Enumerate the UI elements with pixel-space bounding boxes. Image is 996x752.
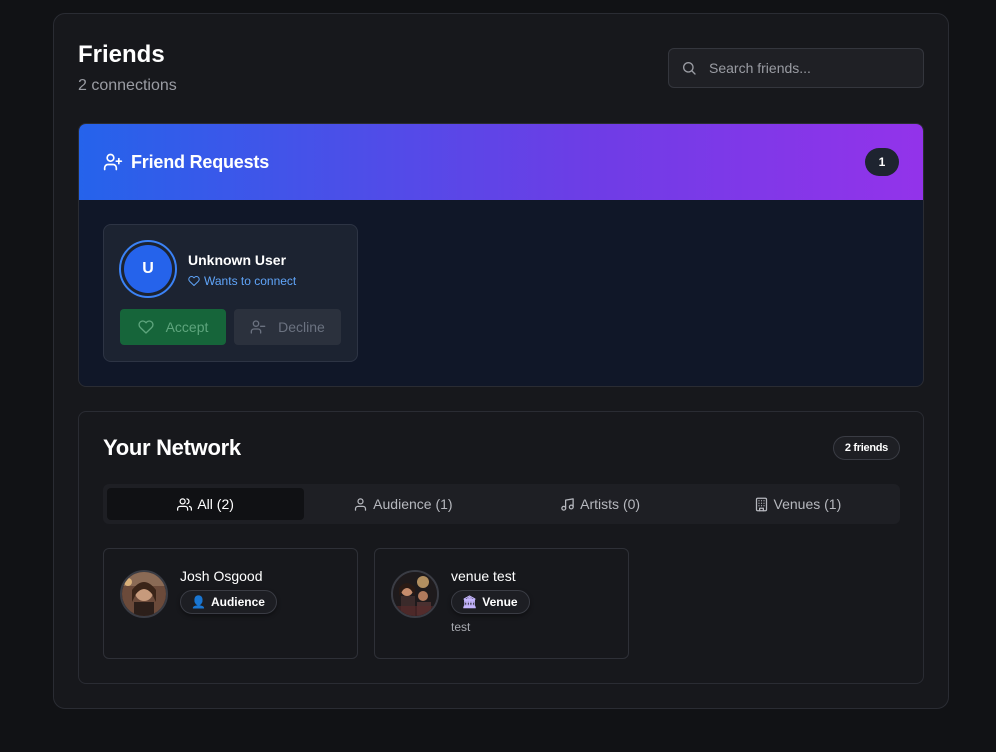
role-label: Venue [482, 595, 518, 609]
search-input[interactable] [709, 60, 909, 76]
request-status: Wants to connect [188, 274, 296, 288]
music-icon [561, 497, 574, 511]
tab-all-label: All (2) [197, 496, 234, 512]
tab-venues[interactable]: Venues (1) [699, 488, 896, 520]
friend-card[interactable]: Josh Osgood 👤 Audience [103, 548, 358, 659]
friend-extra-text: test [451, 620, 471, 634]
requester-name: Unknown User [188, 252, 287, 268]
building-icon: 🏛 [462, 595, 478, 609]
friend-requests-title: Friend Requests [131, 151, 270, 172]
tab-all[interactable]: All (2) [107, 488, 305, 520]
role-badge: 🏛 Venue [451, 590, 530, 614]
tab-artists[interactable]: Artists (0) [502, 488, 699, 520]
accept-label: Accept [165, 319, 209, 335]
avatar [391, 570, 439, 618]
building-icon [755, 497, 767, 511]
avatar: U [119, 240, 177, 298]
user-icon: 👤 [191, 595, 206, 609]
requests-count-badge: 1 [865, 148, 899, 176]
accept-button[interactable]: Accept [120, 309, 226, 345]
users-icon [177, 497, 193, 511]
tab-venues-label: Venues (1) [773, 496, 842, 512]
avatar-initial: U [124, 245, 172, 293]
friend-request-card: U Unknown User Wants to connect Accept D… [103, 224, 358, 362]
tab-audience-label: Audience (1) [373, 496, 453, 512]
network-title: Your Network [103, 435, 241, 460]
user-plus-icon [103, 153, 123, 171]
decline-button[interactable]: Decline [234, 309, 341, 345]
role-label: Audience [210, 595, 265, 609]
connections-count: 2 connections [78, 77, 177, 94]
search-icon [683, 61, 696, 75]
friends-count-badge: 2 friends [832, 436, 900, 460]
your-network-section: Your Network 2 friends All (2) Audience … [78, 411, 924, 684]
page-title: Friends [78, 41, 165, 68]
friends-panel: Friends 2 connections Friend Requests 1 … [53, 13, 949, 709]
heart-icon [137, 320, 154, 334]
friend-requests-section: Friend Requests 1 U Unknown User Wants t… [78, 123, 924, 387]
decline-label: Decline [278, 319, 325, 335]
friend-card[interactable]: venue test 🏛 Venue test [374, 548, 629, 659]
role-badge: 👤 Audience [180, 590, 277, 614]
request-status-text: Wants to connect [204, 274, 297, 288]
avatar [120, 570, 168, 618]
tab-artists-label: Artists (0) [580, 496, 641, 512]
network-tabs: All (2) Audience (1) Artists (0) Venues … [103, 484, 900, 524]
user-icon [355, 497, 367, 511]
user-minus-icon [250, 320, 266, 334]
friend-requests-header: Friend Requests 1 [79, 124, 923, 200]
friend-name: venue test [451, 568, 516, 584]
tab-audience[interactable]: Audience (1) [304, 488, 501, 520]
search-box[interactable] [668, 48, 924, 88]
heart-icon [188, 275, 200, 286]
friend-name: Josh Osgood [180, 568, 263, 584]
